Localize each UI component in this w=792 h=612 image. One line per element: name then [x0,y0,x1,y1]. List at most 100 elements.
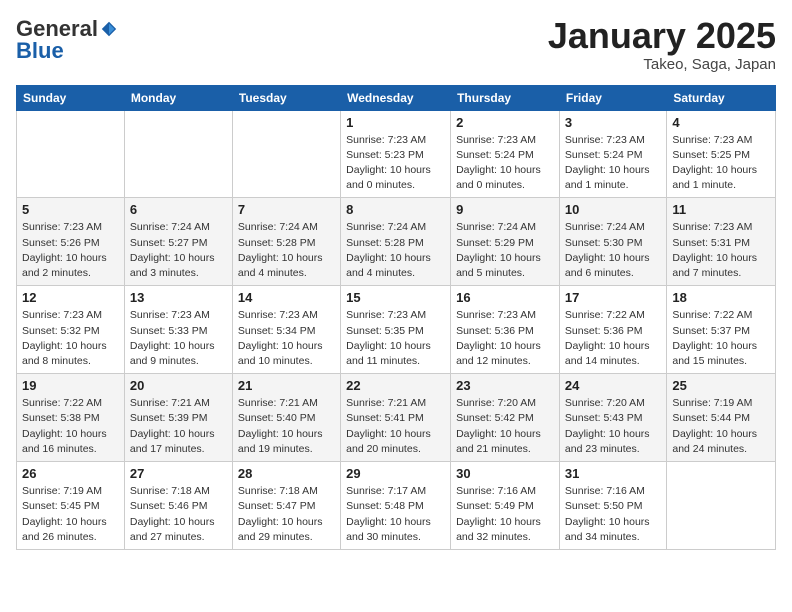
calendar-cell: 17 Sunrise: 7:22 AM Sunset: 5:36 PM Dayli… [559,286,666,374]
day-info: Sunrise: 7:19 AM Sunset: 5:44 PM Dayligh… [672,396,770,457]
day-info: Sunrise: 7:23 AM Sunset: 5:34 PM Dayligh… [238,308,335,369]
calendar-week-row: 5 Sunrise: 7:23 AM Sunset: 5:26 PM Daylig… [17,198,776,286]
page-header: General Blue January 2025 Takeo, Saga, J… [16,16,776,73]
day-info: Sunrise: 7:21 AM Sunset: 5:39 PM Dayligh… [130,396,227,457]
calendar-cell: 21 Sunrise: 7:21 AM Sunset: 5:40 PM Dayli… [232,374,340,462]
day-number: 4 [672,115,770,130]
day-info: Sunrise: 7:23 AM Sunset: 5:24 PM Dayligh… [456,133,554,194]
calendar-cell [124,110,232,198]
calendar-week-row: 26 Sunrise: 7:19 AM Sunset: 5:45 PM Dayli… [17,462,776,550]
calendar-cell: 5 Sunrise: 7:23 AM Sunset: 5:26 PM Daylig… [17,198,125,286]
day-info: Sunrise: 7:22 AM Sunset: 5:36 PM Dayligh… [565,308,661,369]
calendar-week-row: 1Sunrise: 7:23 AM Sunset: 5:23 PM Daylig… [17,110,776,198]
calendar-cell [232,110,340,198]
day-info: Sunrise: 7:24 AM Sunset: 5:29 PM Dayligh… [456,220,554,281]
day-info: Sunrise: 7:23 AM Sunset: 5:31 PM Dayligh… [672,220,770,281]
calendar-subtitle: Takeo, Saga, Japan [548,56,776,73]
calendar-cell: 25 Sunrise: 7:19 AM Sunset: 5:44 PM Dayli… [667,374,776,462]
day-number: 24 [565,378,661,393]
day-number: 14 [238,290,335,305]
calendar-cell: 20 Sunrise: 7:21 AM Sunset: 5:39 PM Dayli… [124,374,232,462]
day-info: Sunrise: 7:23 AM Sunset: 5:33 PM Dayligh… [130,308,227,369]
day-number: 10 [565,202,661,217]
calendar-cell: 16Sunrise: 7:23 AM Sunset: 5:36 PM Dayli… [451,286,560,374]
day-info: Sunrise: 7:24 AM Sunset: 5:30 PM Dayligh… [565,220,661,281]
calendar-title: January 2025 [548,16,776,56]
day-number: 15 [346,290,445,305]
calendar-cell: 15 Sunrise: 7:23 AM Sunset: 5:35 PM Dayli… [341,286,451,374]
weekday-header-tuesday: Tuesday [232,85,340,110]
day-number: 8 [346,202,445,217]
weekday-header-sunday: Sunday [17,85,125,110]
day-number: 6 [130,202,227,217]
day-number: 23 [456,378,554,393]
day-info: Sunrise: 7:16 AM Sunset: 5:49 PM Dayligh… [456,484,554,545]
calendar-cell: 7 Sunrise: 7:24 AM Sunset: 5:28 PM Daylig… [232,198,340,286]
calendar-cell: 12 Sunrise: 7:23 AM Sunset: 5:32 PM Dayli… [17,286,125,374]
calendar-cell: 31Sunrise: 7:16 AM Sunset: 5:50 PM Dayli… [559,462,666,550]
calendar-cell: 22Sunrise: 7:21 AM Sunset: 5:41 PM Dayli… [341,374,451,462]
day-number: 20 [130,378,227,393]
day-info: Sunrise: 7:20 AM Sunset: 5:42 PM Dayligh… [456,396,554,457]
day-number: 12 [22,290,119,305]
day-number: 1 [346,115,445,130]
day-info: Sunrise: 7:24 AM Sunset: 5:28 PM Dayligh… [346,220,445,281]
weekday-header-friday: Friday [559,85,666,110]
day-number: 28 [238,466,335,481]
day-info: Sunrise: 7:19 AM Sunset: 5:45 PM Dayligh… [22,484,119,545]
day-number: 21 [238,378,335,393]
calendar-cell: 27 Sunrise: 7:18 AM Sunset: 5:46 PM Dayli… [124,462,232,550]
day-number: 13 [130,290,227,305]
day-info: Sunrise: 7:22 AM Sunset: 5:38 PM Dayligh… [22,396,119,457]
day-number: 17 [565,290,661,305]
day-info: Sunrise: 7:16 AM Sunset: 5:50 PM Dayligh… [565,484,661,545]
calendar-cell: 30Sunrise: 7:16 AM Sunset: 5:49 PM Dayli… [451,462,560,550]
day-info: Sunrise: 7:18 AM Sunset: 5:46 PM Dayligh… [130,484,227,545]
day-info: Sunrise: 7:21 AM Sunset: 5:40 PM Dayligh… [238,396,335,457]
day-info: Sunrise: 7:24 AM Sunset: 5:28 PM Dayligh… [238,220,335,281]
day-info: Sunrise: 7:24 AM Sunset: 5:27 PM Dayligh… [130,220,227,281]
day-number: 7 [238,202,335,217]
logo-icon [100,20,118,38]
day-info: Sunrise: 7:23 AM Sunset: 5:26 PM Dayligh… [22,220,119,281]
calendar-cell: 19Sunrise: 7:22 AM Sunset: 5:38 PM Dayli… [17,374,125,462]
calendar-cell [667,462,776,550]
calendar-body: 1Sunrise: 7:23 AM Sunset: 5:23 PM Daylig… [17,110,776,549]
day-info: Sunrise: 7:23 AM Sunset: 5:32 PM Dayligh… [22,308,119,369]
weekday-header-monday: Monday [124,85,232,110]
calendar-cell: 1Sunrise: 7:23 AM Sunset: 5:23 PM Daylig… [341,110,451,198]
day-number: 25 [672,378,770,393]
day-info: Sunrise: 7:23 AM Sunset: 5:24 PM Dayligh… [565,133,661,194]
calendar-cell: 11Sunrise: 7:23 AM Sunset: 5:31 PM Dayli… [667,198,776,286]
calendar-cell: 10 Sunrise: 7:24 AM Sunset: 5:30 PM Dayli… [559,198,666,286]
calendar-cell: 6 Sunrise: 7:24 AM Sunset: 5:27 PM Daylig… [124,198,232,286]
calendar-cell: 13 Sunrise: 7:23 AM Sunset: 5:33 PM Dayli… [124,286,232,374]
day-info: Sunrise: 7:18 AM Sunset: 5:47 PM Dayligh… [238,484,335,545]
day-number: 22 [346,378,445,393]
day-number: 5 [22,202,119,217]
calendar-cell: 28 Sunrise: 7:18 AM Sunset: 5:47 PM Dayli… [232,462,340,550]
title-block: January 2025 Takeo, Saga, Japan [548,16,776,73]
day-info: Sunrise: 7:23 AM Sunset: 5:35 PM Dayligh… [346,308,445,369]
day-info: Sunrise: 7:22 AM Sunset: 5:37 PM Dayligh… [672,308,770,369]
calendar-cell: 23 Sunrise: 7:20 AM Sunset: 5:42 PM Dayli… [451,374,560,462]
calendar-cell: 14 Sunrise: 7:23 AM Sunset: 5:34 PM Dayli… [232,286,340,374]
logo-blue-text: Blue [16,38,64,64]
calendar-cell: 18Sunrise: 7:22 AM Sunset: 5:37 PM Dayli… [667,286,776,374]
day-number: 3 [565,115,661,130]
calendar-cell: 29Sunrise: 7:17 AM Sunset: 5:48 PM Dayli… [341,462,451,550]
calendar-week-row: 12 Sunrise: 7:23 AM Sunset: 5:32 PM Dayli… [17,286,776,374]
weekday-header-thursday: Thursday [451,85,560,110]
calendar-cell: 4 Sunrise: 7:23 AM Sunset: 5:25 PM Daylig… [667,110,776,198]
calendar-cell: 3 Sunrise: 7:23 AM Sunset: 5:24 PM Daylig… [559,110,666,198]
calendar-cell: 26 Sunrise: 7:19 AM Sunset: 5:45 PM Dayli… [17,462,125,550]
day-number: 27 [130,466,227,481]
day-info: Sunrise: 7:20 AM Sunset: 5:43 PM Dayligh… [565,396,661,457]
day-info: Sunrise: 7:17 AM Sunset: 5:48 PM Dayligh… [346,484,445,545]
day-info: Sunrise: 7:23 AM Sunset: 5:25 PM Dayligh… [672,133,770,194]
calendar-cell: 2Sunrise: 7:23 AM Sunset: 5:24 PM Daylig… [451,110,560,198]
calendar-week-row: 19Sunrise: 7:22 AM Sunset: 5:38 PM Dayli… [17,374,776,462]
calendar-cell [17,110,125,198]
day-number: 26 [22,466,119,481]
day-number: 9 [456,202,554,217]
